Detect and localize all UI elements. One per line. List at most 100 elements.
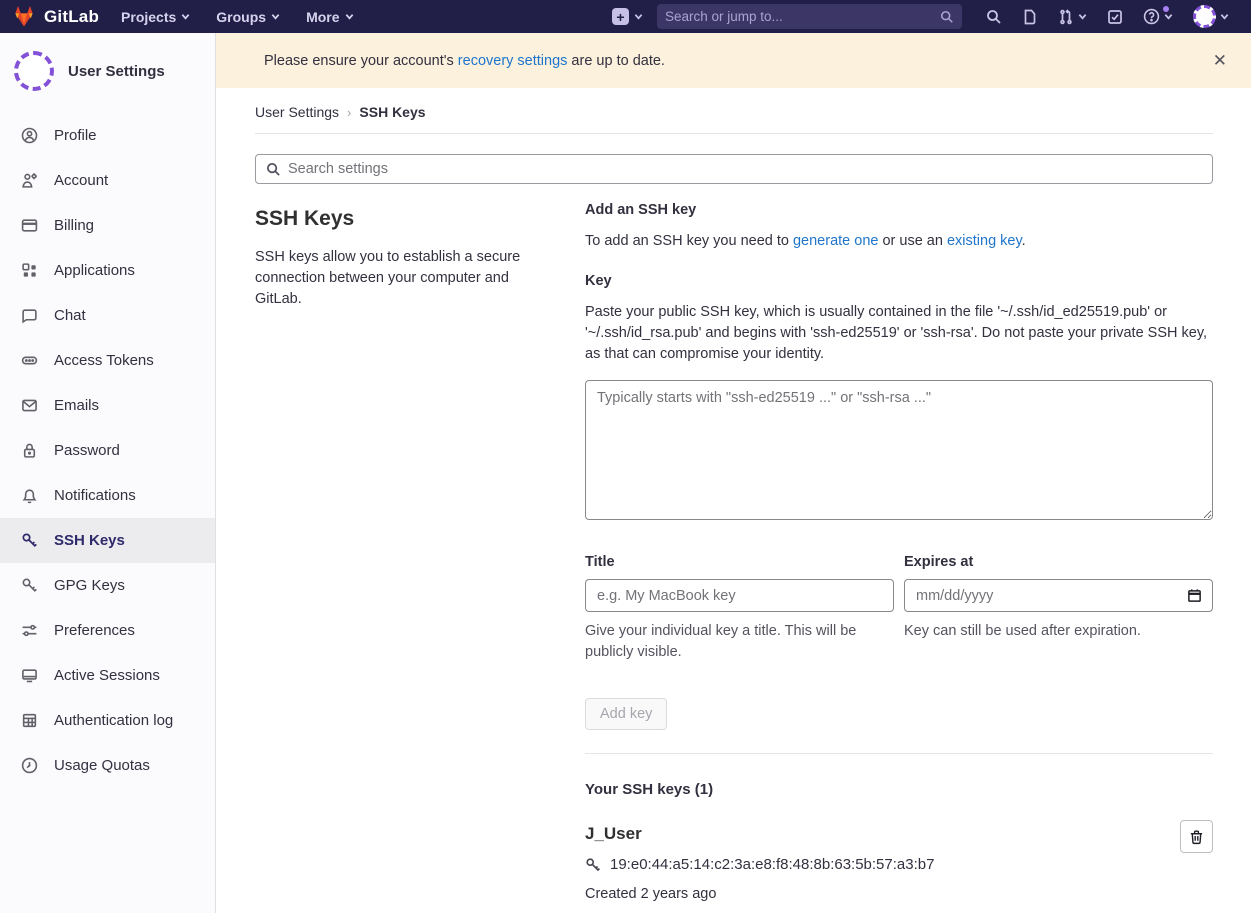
new-menu-button[interactable]: +: [612, 8, 643, 25]
key-title: J_User: [585, 824, 1153, 844]
global-search-input[interactable]: [665, 9, 940, 24]
emails-icon: [21, 397, 38, 414]
global-search: [657, 4, 962, 29]
sidebar-item-account[interactable]: Account: [0, 158, 215, 203]
page-description: SSH keys allow you to establish a secure…: [255, 247, 555, 310]
sidebar-item-preferences[interactable]: Preferences: [0, 608, 215, 653]
sidebar-item-chat[interactable]: Chat: [0, 293, 215, 338]
menu-more[interactable]: More: [306, 9, 353, 25]
breadcrumb-separator-icon: ›: [347, 105, 351, 120]
key-fingerprint: 19:e0:44:a5:14:c2:3a:e8:f8:48:8b:63:5b:5…: [610, 856, 934, 873]
sidebar-nav: Profile Account Billing Applications Cha…: [0, 107, 215, 788]
chevron-down-icon: [271, 12, 280, 21]
add-key-button[interactable]: Add key: [585, 698, 667, 730]
expires-at-label: Expires at: [904, 554, 1213, 570]
logo-text: GitLab: [44, 7, 99, 27]
billing-icon: [21, 217, 38, 234]
help-question-icon: [1143, 8, 1160, 25]
chevron-down-icon: [345, 12, 354, 21]
settings-search-input[interactable]: [288, 161, 1202, 177]
recovery-settings-link[interactable]: recovery settings: [458, 53, 568, 69]
preferences-sliders-icon: [21, 622, 38, 639]
your-ssh-keys-heading: Your SSH keys (1): [585, 781, 1213, 798]
sidebar-item-billing[interactable]: Billing: [0, 203, 215, 248]
add-ssh-key-intro: To add an SSH key you need to generate o…: [585, 231, 1213, 251]
sidebar-item-authentication-log[interactable]: Authentication log: [0, 698, 215, 743]
title-help-text: Give your individual key a title. This w…: [585, 621, 894, 663]
menu-projects[interactable]: Projects: [121, 9, 190, 25]
ssh-key-textarea[interactable]: [585, 380, 1213, 520]
issues-button[interactable]: [1012, 9, 1048, 25]
recovery-settings-alert: Please ensure your account's recovery se…: [216, 33, 1251, 88]
merge-request-icon: [1058, 9, 1074, 25]
profile-icon: [21, 127, 38, 144]
help-button[interactable]: [1133, 8, 1183, 25]
trash-icon: [1189, 829, 1204, 845]
account-icon: [21, 172, 38, 189]
page-title: SSH Keys: [255, 207, 555, 231]
sidebar-item-password[interactable]: Password: [0, 428, 215, 473]
sidebar-item-access-tokens[interactable]: Access Tokens: [0, 338, 215, 383]
plus-icon: +: [612, 8, 629, 25]
expires-at-input[interactable]: [904, 579, 1213, 612]
sidebar-item-profile[interactable]: Profile: [0, 113, 215, 158]
top-navbar: GitLab Projects Groups More +: [0, 0, 1251, 33]
breadcrumb-user-settings[interactable]: User Settings: [255, 104, 339, 120]
key-help-text: Paste your public SSH key, which is usua…: [585, 302, 1213, 365]
breadcrumb-divider: [255, 133, 1213, 134]
user-avatar: [1193, 5, 1216, 28]
settings-sidebar: User Settings Profile Account Billing Ap…: [0, 33, 216, 913]
search-button[interactable]: [976, 9, 1012, 25]
applications-icon: [21, 262, 38, 279]
gitlab-logo[interactable]: GitLab: [12, 5, 99, 28]
existing-key-link[interactable]: existing key: [947, 233, 1022, 249]
search-icon: [940, 10, 954, 24]
breadcrumb-ssh-keys: SSH Keys: [359, 104, 425, 120]
menu-groups[interactable]: Groups: [216, 9, 280, 25]
chevron-down-icon: [181, 12, 190, 21]
ssh-key-form-column: Add an SSH key To add an SSH key you nee…: [585, 202, 1213, 913]
navbar-menu: Projects Groups More: [121, 9, 353, 25]
active-sessions-icon: [21, 667, 38, 684]
chevron-down-icon: [1220, 12, 1229, 21]
gpg-key-icon: [21, 577, 38, 594]
issues-icon: [1022, 9, 1038, 25]
todos-button[interactable]: [1097, 9, 1133, 25]
access-tokens-icon: [21, 352, 38, 369]
alert-close-button[interactable]: ✕: [1205, 47, 1235, 75]
add-ssh-key-heading: Add an SSH key: [585, 202, 1213, 218]
sidebar-item-notifications[interactable]: Notifications: [0, 473, 215, 518]
sidebar-item-active-sessions[interactable]: Active Sessions: [0, 653, 215, 698]
delete-key-button[interactable]: [1180, 820, 1213, 853]
user-settings-avatar: [14, 51, 54, 91]
password-lock-icon: [21, 442, 38, 459]
search-icon: [986, 9, 1002, 25]
calendar-icon[interactable]: [1187, 588, 1202, 603]
sidebar-item-emails[interactable]: Emails: [0, 383, 215, 428]
user-menu-button[interactable]: [1183, 5, 1239, 28]
sidebar-item-gpg-keys[interactable]: GPG Keys: [0, 563, 215, 608]
sidebar-item-applications[interactable]: Applications: [0, 248, 215, 293]
sidebar-item-ssh-keys[interactable]: SSH Keys: [0, 518, 215, 563]
title-field: Title Give your individual key a title. …: [585, 554, 894, 663]
search-icon: [266, 162, 281, 177]
key-fingerprint-row: 19:e0:44:a5:14:c2:3a:e8:f8:48:8b:63:5b:5…: [585, 856, 1153, 873]
title-label: Title: [585, 554, 894, 570]
generate-one-link[interactable]: generate one: [793, 233, 878, 249]
todo-check-icon: [1107, 9, 1123, 25]
usage-quotas-icon: [21, 757, 38, 774]
notification-dot: [1163, 6, 1169, 12]
authentication-log-icon: [21, 712, 38, 729]
merge-requests-button[interactable]: [1048, 9, 1097, 25]
notifications-bell-icon: [21, 487, 38, 504]
breadcrumb: User Settings › SSH Keys: [255, 88, 1213, 120]
key-title-input[interactable]: [585, 579, 894, 612]
chevron-down-icon: [1164, 12, 1173, 21]
alert-text: Please ensure your account's recovery se…: [264, 53, 665, 69]
gitlab-tanuki-icon: [12, 5, 36, 28]
sidebar-item-usage-quotas[interactable]: Usage Quotas: [0, 743, 215, 788]
ssh-key-list-item: J_User 19:e0:44:a5:14:c2:3a:e8:f8:48:8b:…: [585, 824, 1213, 913]
chat-icon: [21, 307, 38, 324]
sidebar-title: User Settings: [68, 63, 165, 80]
expires-field: Expires at Key can still be used after e…: [904, 554, 1213, 663]
